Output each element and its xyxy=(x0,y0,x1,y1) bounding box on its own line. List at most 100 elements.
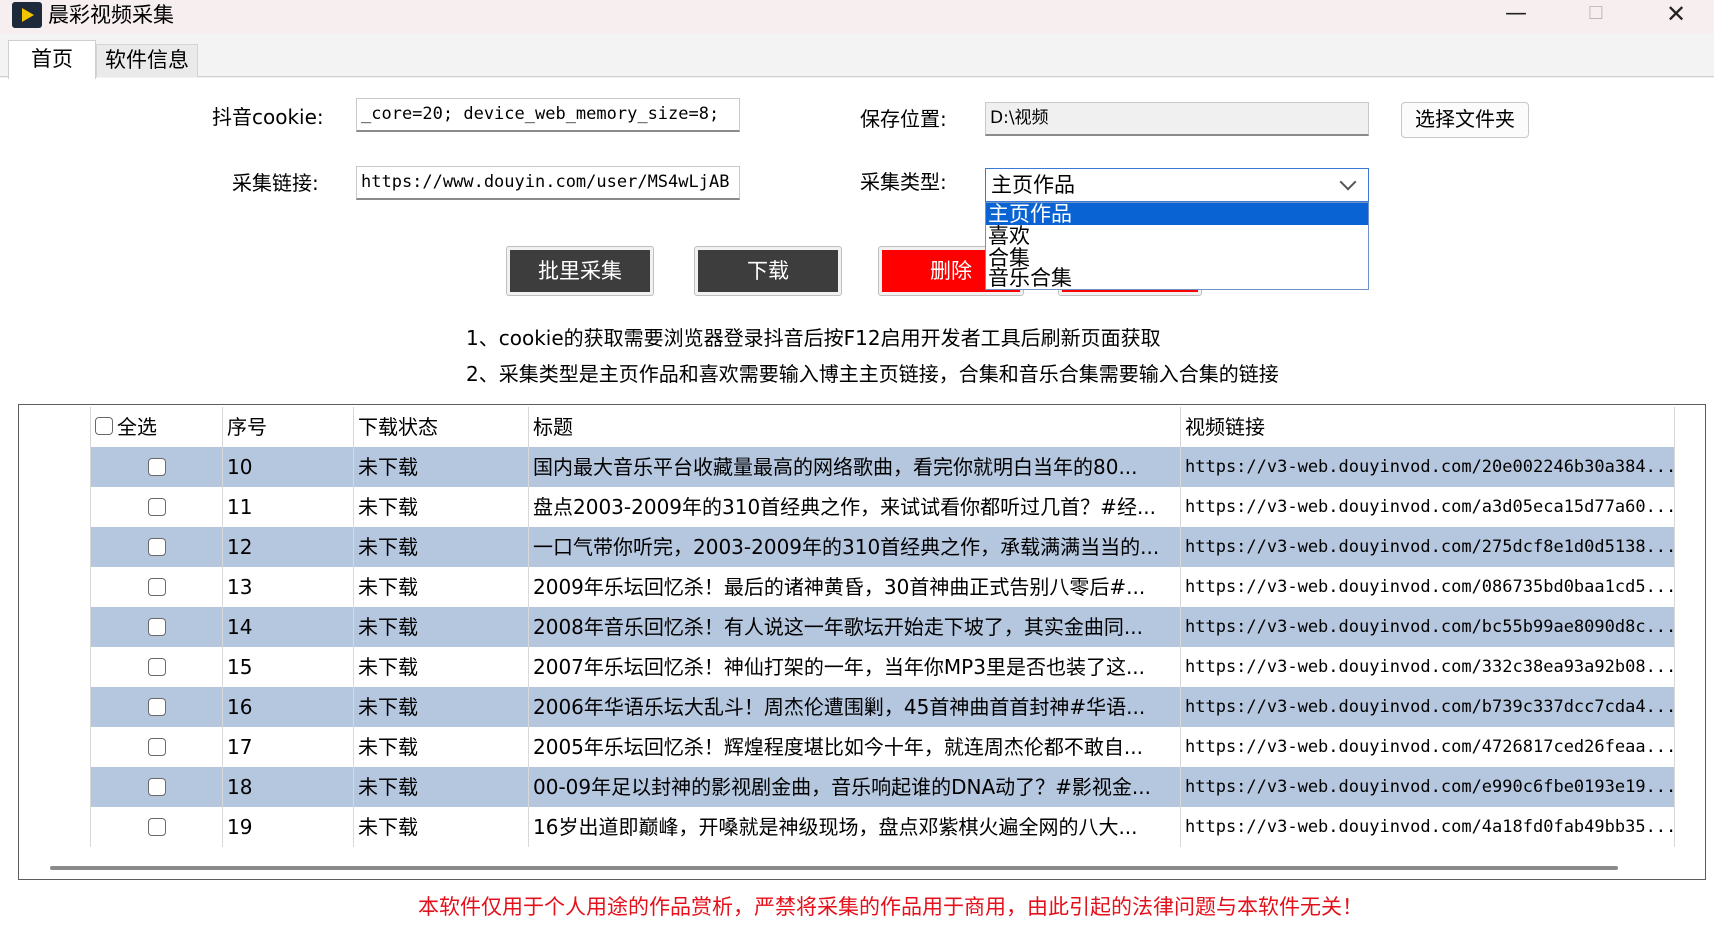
chevron-down-icon xyxy=(1339,173,1357,191)
cell-index: 11 xyxy=(223,487,354,527)
tab-home[interactable]: 首页 xyxy=(8,40,96,79)
maximize-button[interactable]: ☐ xyxy=(1568,0,1624,30)
header-index[interactable]: 序号 xyxy=(223,407,354,447)
row-checkbox[interactable] xyxy=(148,498,166,516)
row-header-cell xyxy=(21,487,91,527)
cell-index: 18 xyxy=(223,767,354,807)
table-row[interactable]: 18 未下载 00-09年足以封神的影视剧金曲，音乐响起谁的DNA动了？#影视金..… xyxy=(21,767,1675,807)
cell-index: 19 xyxy=(223,807,354,847)
cell-link: https://v3-web.douyinvod.com/a3d05eca15d… xyxy=(1181,487,1675,527)
select-all-checkbox[interactable] xyxy=(95,417,113,435)
close-button[interactable]: ✕ xyxy=(1648,0,1704,30)
select-all-label: 全选 xyxy=(117,415,157,439)
row-checkbox[interactable] xyxy=(148,458,166,476)
horizontal-scrollbar[interactable] xyxy=(50,866,1618,870)
row-select-cell[interactable] xyxy=(91,807,223,847)
table-row[interactable]: 15 未下载 2007年乐坛回忆杀！神仙打架的一年，当年你MP3里是否也装了这...… xyxy=(21,647,1675,687)
row-select-cell[interactable] xyxy=(91,527,223,567)
cell-link: https://v3-web.douyinvod.com/4726817ced2… xyxy=(1181,727,1675,767)
row-checkbox[interactable] xyxy=(148,698,166,716)
table-row[interactable]: 12 未下载 一口气带你听完，2003-2009年的310首经典之作，承载满满当当的… xyxy=(21,527,1675,567)
download-button[interactable]: 下载 xyxy=(694,246,842,296)
cell-title: 盘点2003-2009年的310首经典之作，来试试看你都听过几首？#经... xyxy=(529,487,1181,527)
table-row[interactable]: 16 未下载 2006年华语乐坛大乱斗！周杰伦遭围剿，45首神曲首首封神#华语...… xyxy=(21,687,1675,727)
cell-index: 15 xyxy=(223,647,354,687)
table-row[interactable]: 14 未下载 2008年音乐回忆杀！有人说这一年歌坛开始走下坡了，其实金曲同... h… xyxy=(21,607,1675,647)
cell-index: 17 xyxy=(223,727,354,767)
cell-link: https://v3-web.douyinvod.com/4a18fd0fab4… xyxy=(1181,807,1675,847)
table-row[interactable]: 17 未下载 2005年乐坛回忆杀！辉煌程度堪比如今十年，就连周杰伦都不敢自... h… xyxy=(21,727,1675,767)
row-select-cell[interactable] xyxy=(91,767,223,807)
cell-title: 2008年音乐回忆杀！有人说这一年歌坛开始走下坡了，其实金曲同... xyxy=(529,607,1181,647)
row-select-cell[interactable] xyxy=(91,447,223,487)
row-header-cell xyxy=(21,607,91,647)
option-likes[interactable]: 喜欢 xyxy=(988,225,1030,247)
row-checkbox[interactable] xyxy=(148,538,166,556)
row-header-cell xyxy=(21,687,91,727)
cell-title: 国内最大音乐平台收藏量最高的网络歌曲，看完你就明白当年的80... xyxy=(529,447,1181,487)
table-row[interactable]: 19 未下载 16岁出道即巅峰，开嗓就是神级现场，盘点邓紫棋火遍全网的八大... ht… xyxy=(21,807,1675,847)
row-header-cell xyxy=(21,447,91,487)
collect-type-select[interactable]: 主页作品 xyxy=(985,168,1369,202)
table-row[interactable]: 11 未下载 盘点2003-2009年的310首经典之作，来试试看你都听过几首？#经… xyxy=(21,487,1675,527)
cell-status: 未下载 xyxy=(354,687,529,727)
cell-title: 2007年乐坛回忆杀！神仙打架的一年，当年你MP3里是否也装了这... xyxy=(529,647,1181,687)
tab-bar xyxy=(0,34,1714,78)
cell-title: 00-09年足以封神的影视剧金曲，音乐响起谁的DNA动了？#影视金... xyxy=(529,767,1181,807)
note-collect-type: 2、采集类型是主页作品和喜欢需要输入博主主页链接，合集和音乐合集需要输入合集的链… xyxy=(466,362,1279,386)
row-checkbox[interactable] xyxy=(148,738,166,756)
row-select-cell[interactable] xyxy=(91,687,223,727)
header-title[interactable]: 标题 xyxy=(529,407,1181,447)
minimize-button[interactable]: — xyxy=(1488,0,1544,30)
header-link[interactable]: 视频链接 xyxy=(1181,407,1675,447)
vertical-scrollbar[interactable] xyxy=(1705,857,1706,880)
cell-status: 未下载 xyxy=(354,567,529,607)
cookie-label: 抖音cookie: xyxy=(212,105,324,129)
row-checkbox[interactable] xyxy=(148,818,166,836)
row-select-cell[interactable] xyxy=(91,727,223,767)
row-select-cell[interactable] xyxy=(91,607,223,647)
row-header-cell xyxy=(21,807,91,847)
row-checkbox[interactable] xyxy=(148,618,166,636)
cell-link: https://v3-web.douyinvod.com/275dcf8e1d0… xyxy=(1181,527,1675,567)
cell-link: https://v3-web.douyinvod.com/bc55b99ae80… xyxy=(1181,607,1675,647)
cell-index: 12 xyxy=(223,527,354,567)
batch-collect-button[interactable]: 批里采集 xyxy=(506,246,654,296)
cell-link: https://v3-web.douyinvod.com/086735bd0ba… xyxy=(1181,567,1675,607)
table-row[interactable]: 10 未下载 国内最大音乐平台收藏量最高的网络歌曲，看完你就明白当年的80... ht… xyxy=(21,447,1675,487)
row-select-cell[interactable] xyxy=(91,487,223,527)
option-music-collection[interactable]: 音乐合集 xyxy=(988,267,1072,289)
option-home-works[interactable]: 主页作品 xyxy=(986,203,1368,225)
table-row[interactable]: 13 未下载 2009年乐坛回忆杀！最后的诸神黄昏，30首神曲正式告别八零后#...… xyxy=(21,567,1675,607)
row-header-corner xyxy=(21,407,91,447)
choose-folder-button[interactable]: 选择文件夹 xyxy=(1401,102,1529,138)
cell-link: https://v3-web.douyinvod.com/e990c6fbe01… xyxy=(1181,767,1675,807)
cell-link: https://v3-web.douyinvod.com/332c38ea93a… xyxy=(1181,647,1675,687)
row-checkbox[interactable] xyxy=(148,778,166,796)
save-location-field: D:\视频 xyxy=(985,102,1369,136)
cell-status: 未下载 xyxy=(354,527,529,567)
collect-type-value: 主页作品 xyxy=(991,173,1075,197)
tab-software-info[interactable]: 软件信息 xyxy=(96,44,198,77)
row-header-cell xyxy=(21,767,91,807)
row-checkbox[interactable] xyxy=(148,578,166,596)
title-bar: 晨彩视频采集 — ☐ ✕ xyxy=(0,0,1714,34)
note-cookie: 1、cookie的获取需要浏览器登录抖音后按F12启用开发者工具后刷新页面获取 xyxy=(466,326,1161,350)
cell-status: 未下载 xyxy=(354,607,529,647)
video-table: 全选 序号 下载状态 标题 视频链接 10 未下载 国内最大音乐平台收藏量最高的网络… xyxy=(18,404,1706,880)
header-status[interactable]: 下载状态 xyxy=(354,407,529,447)
row-checkbox[interactable] xyxy=(148,658,166,676)
row-select-cell[interactable] xyxy=(91,567,223,607)
cell-status: 未下载 xyxy=(354,647,529,687)
cell-status: 未下载 xyxy=(354,447,529,487)
cell-status: 未下载 xyxy=(354,727,529,767)
link-input[interactable]: https://www.douyin.com/user/MS4wLjAB xyxy=(356,166,740,200)
cookie-input[interactable]: _core=20; device_web_memory_size=8; xyxy=(356,98,740,132)
app-logo-icon xyxy=(12,2,42,28)
cell-status: 未下载 xyxy=(354,487,529,527)
cell-index: 13 xyxy=(223,567,354,607)
select-all-header[interactable]: 全选 xyxy=(91,407,223,447)
window-title: 晨彩视频采集 xyxy=(48,3,174,27)
row-select-cell[interactable] xyxy=(91,647,223,687)
save-location-label: 保存位置: xyxy=(860,107,947,131)
